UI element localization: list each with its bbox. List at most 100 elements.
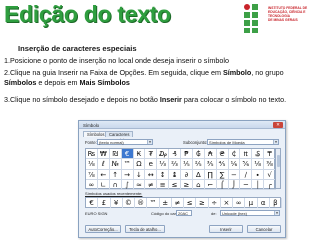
symbol-cell[interactable]: € (121, 149, 134, 160)
step-2: 2.Clique na guia Inserir na Faixa de Opç… (4, 68, 284, 87)
symbol-cell[interactable]: ₶ (240, 149, 253, 160)
autocorrect-button[interactable]: AutoCorreção... (85, 225, 121, 233)
recent-symbol-cell[interactable]: β (270, 198, 282, 208)
symbol-cell[interactable]: ⅚ (240, 159, 253, 170)
symbol-cell[interactable]: ₷ (252, 149, 265, 160)
symbol-cell[interactable]: ⅘ (216, 159, 229, 170)
symbol-cell[interactable]: ₴ (216, 149, 229, 160)
recent-symbol-cell[interactable]: ≥ (196, 198, 209, 208)
symbol-cell[interactable]: ∏ (204, 169, 217, 180)
symbol-cell[interactable]: ₳ (204, 149, 217, 160)
symbol-cell[interactable]: ⌂ (192, 179, 205, 190)
symbol-cell[interactable]: ↑ (109, 169, 122, 180)
character-name: EURO SIGN (85, 211, 108, 216)
recent-symbol-cell[interactable]: α (258, 198, 270, 208)
symbol-cell[interactable]: − (228, 169, 241, 180)
dialog-title: Símbolo (83, 122, 100, 128)
character-code-input[interactable]: 20AC (176, 210, 192, 216)
symbol-cell[interactable]: ↨ (169, 169, 181, 180)
insert-button[interactable]: Inserir (209, 225, 243, 233)
chevron-down-icon: ▾ (273, 140, 278, 144)
symbol-cell[interactable]: ₩ (97, 149, 110, 160)
symbol-grid: ₨ ₩ ₪ € ₭ ₮ ₯ ₰ ₱ ₲ ₳ ₴ ₵ ₶ ₷ ₸ ⅛ ℓ № ™ Ωe ⅓ ⅔ ⅕ ⅖ ⅗ ⅘ ⅙ ⅚ ⅛ ⅜ ⅞ ← ↑ → ↓ ↔ ↕ ↨… (85, 148, 276, 190)
step-1: 1.Posicione o ponto de inserção no local… (4, 56, 229, 65)
symbol-cell[interactable]: │ (252, 179, 265, 190)
symbol-cell[interactable]: ⅗ (204, 159, 217, 170)
slide-title: Edição do texto (4, 1, 171, 27)
symbol-cell[interactable]: ₪ (109, 149, 122, 160)
symbol-cell[interactable]: ─ (240, 179, 253, 190)
symbol-cell[interactable]: ₯ (157, 149, 170, 160)
grid-scrollbar[interactable] (275, 148, 281, 189)
symbol-cell[interactable]: ≥ (181, 179, 193, 190)
symbol-cell[interactable]: ↕ (157, 169, 170, 180)
symbol-cell[interactable]: ⅙ (228, 159, 241, 170)
symbol-cell[interactable]: ← (97, 169, 110, 180)
symbol-cell[interactable]: → (121, 169, 134, 180)
symbol-cell[interactable]: ∩ (109, 179, 122, 190)
symbol-cell[interactable]: ₵ (228, 149, 241, 160)
recent-symbol-cell[interactable]: ≤ (184, 198, 197, 208)
symbol-cell[interactable]: ₭ (133, 149, 146, 160)
symbol-cell[interactable]: ⅞ (86, 169, 98, 180)
symbol-cell[interactable]: ₮ (145, 149, 158, 160)
symbol-cell[interactable]: ⌠ (216, 179, 229, 190)
font-select[interactable]: (texto normal) ▾ (97, 139, 153, 145)
shortcut-key-button[interactable]: Tecla de atalho... (125, 225, 165, 233)
symbol-cell[interactable]: e (145, 159, 158, 170)
font-label: Fonte: (85, 140, 97, 145)
symbol-cell[interactable]: ™ (121, 159, 134, 170)
section-subtitle: Inserção de caracteres especiais (18, 44, 137, 53)
symbol-cell[interactable]: ⅛ (86, 159, 98, 170)
symbol-cell[interactable]: ₲ (192, 149, 205, 160)
subset-select[interactable]: Símbolos de Moeda ▾ (207, 139, 279, 145)
symbol-cell[interactable]: ⅔ (169, 159, 181, 170)
symbol-cell[interactable]: ≤ (169, 179, 181, 190)
symbol-cell[interactable]: № (109, 159, 122, 170)
cancel-button[interactable]: Cancelar (247, 225, 281, 233)
symbol-cell[interactable]: ≠ (145, 179, 158, 190)
close-icon[interactable]: ✕ (273, 122, 283, 128)
symbol-cell[interactable]: ↓ (133, 169, 146, 180)
symbol-cell[interactable]: ⅓ (157, 159, 170, 170)
symbol-cell[interactable]: ∙ (252, 169, 265, 180)
symbol-cell[interactable]: ≈ (133, 179, 146, 190)
symbol-cell[interactable]: ⅕ (181, 159, 193, 170)
symbol-cell[interactable]: Ω (133, 159, 146, 170)
slide: Edição do texto INSTITUTO FEDERAL DE EDU… (0, 0, 320, 240)
symbol-cell[interactable]: ∟ (97, 179, 110, 190)
logo-mark-icon (244, 4, 266, 34)
chevron-down-icon: ▾ (274, 211, 279, 215)
recent-symbol-cell[interactable]: € (86, 198, 99, 208)
symbol-cell[interactable]: ₨ (86, 149, 98, 160)
symbol-cell[interactable]: ∞ (86, 179, 98, 190)
recent-symbol-cell[interactable]: × (221, 198, 233, 208)
symbol-cell[interactable]: ≡ (157, 179, 170, 190)
symbol-cell[interactable]: ⌐ (204, 179, 217, 190)
symbol-cell[interactable]: ∆ (192, 169, 205, 180)
recent-symbol-cell[interactable]: £ (98, 198, 111, 208)
recent-symbol-cell[interactable]: ± (160, 198, 172, 208)
symbol-cell[interactable]: ∂ (181, 169, 193, 180)
recent-symbol-cell[interactable]: µ (245, 198, 258, 208)
symbol-cell[interactable]: ↔ (145, 169, 158, 180)
encoding-select[interactable]: Unicode (hex) ▾ (220, 210, 280, 216)
symbol-cell[interactable]: ⅖ (192, 159, 205, 170)
recent-symbol-cell[interactable]: ¥ (111, 198, 123, 208)
recent-symbol-cell[interactable]: ÷ (209, 198, 221, 208)
symbol-cell[interactable]: ℓ (97, 159, 110, 170)
recent-symbol-cell[interactable]: © (123, 198, 135, 208)
recent-symbol-cell[interactable]: ≠ (172, 198, 184, 208)
symbol-cell[interactable]: ∫ (121, 179, 134, 190)
symbol-cell[interactable]: ₰ (169, 149, 181, 160)
tab-special-characters[interactable]: Caracteres especiais (105, 131, 134, 143)
recent-symbol-cell[interactable]: ∞ (233, 198, 246, 208)
recent-symbol-cell[interactable]: ® (135, 198, 148, 208)
symbol-cell[interactable]: ₱ (181, 149, 193, 160)
symbol-cell[interactable]: ⌡ (228, 179, 241, 190)
step-3: 3.Clique no símbolo desejado e depois no… (4, 95, 287, 104)
symbol-cell[interactable]: ∕ (240, 169, 253, 180)
symbol-cell[interactable]: ⅛ (252, 159, 265, 170)
recent-symbol-cell[interactable]: ™ (147, 198, 160, 208)
symbol-cell[interactable]: ∑ (216, 169, 229, 180)
